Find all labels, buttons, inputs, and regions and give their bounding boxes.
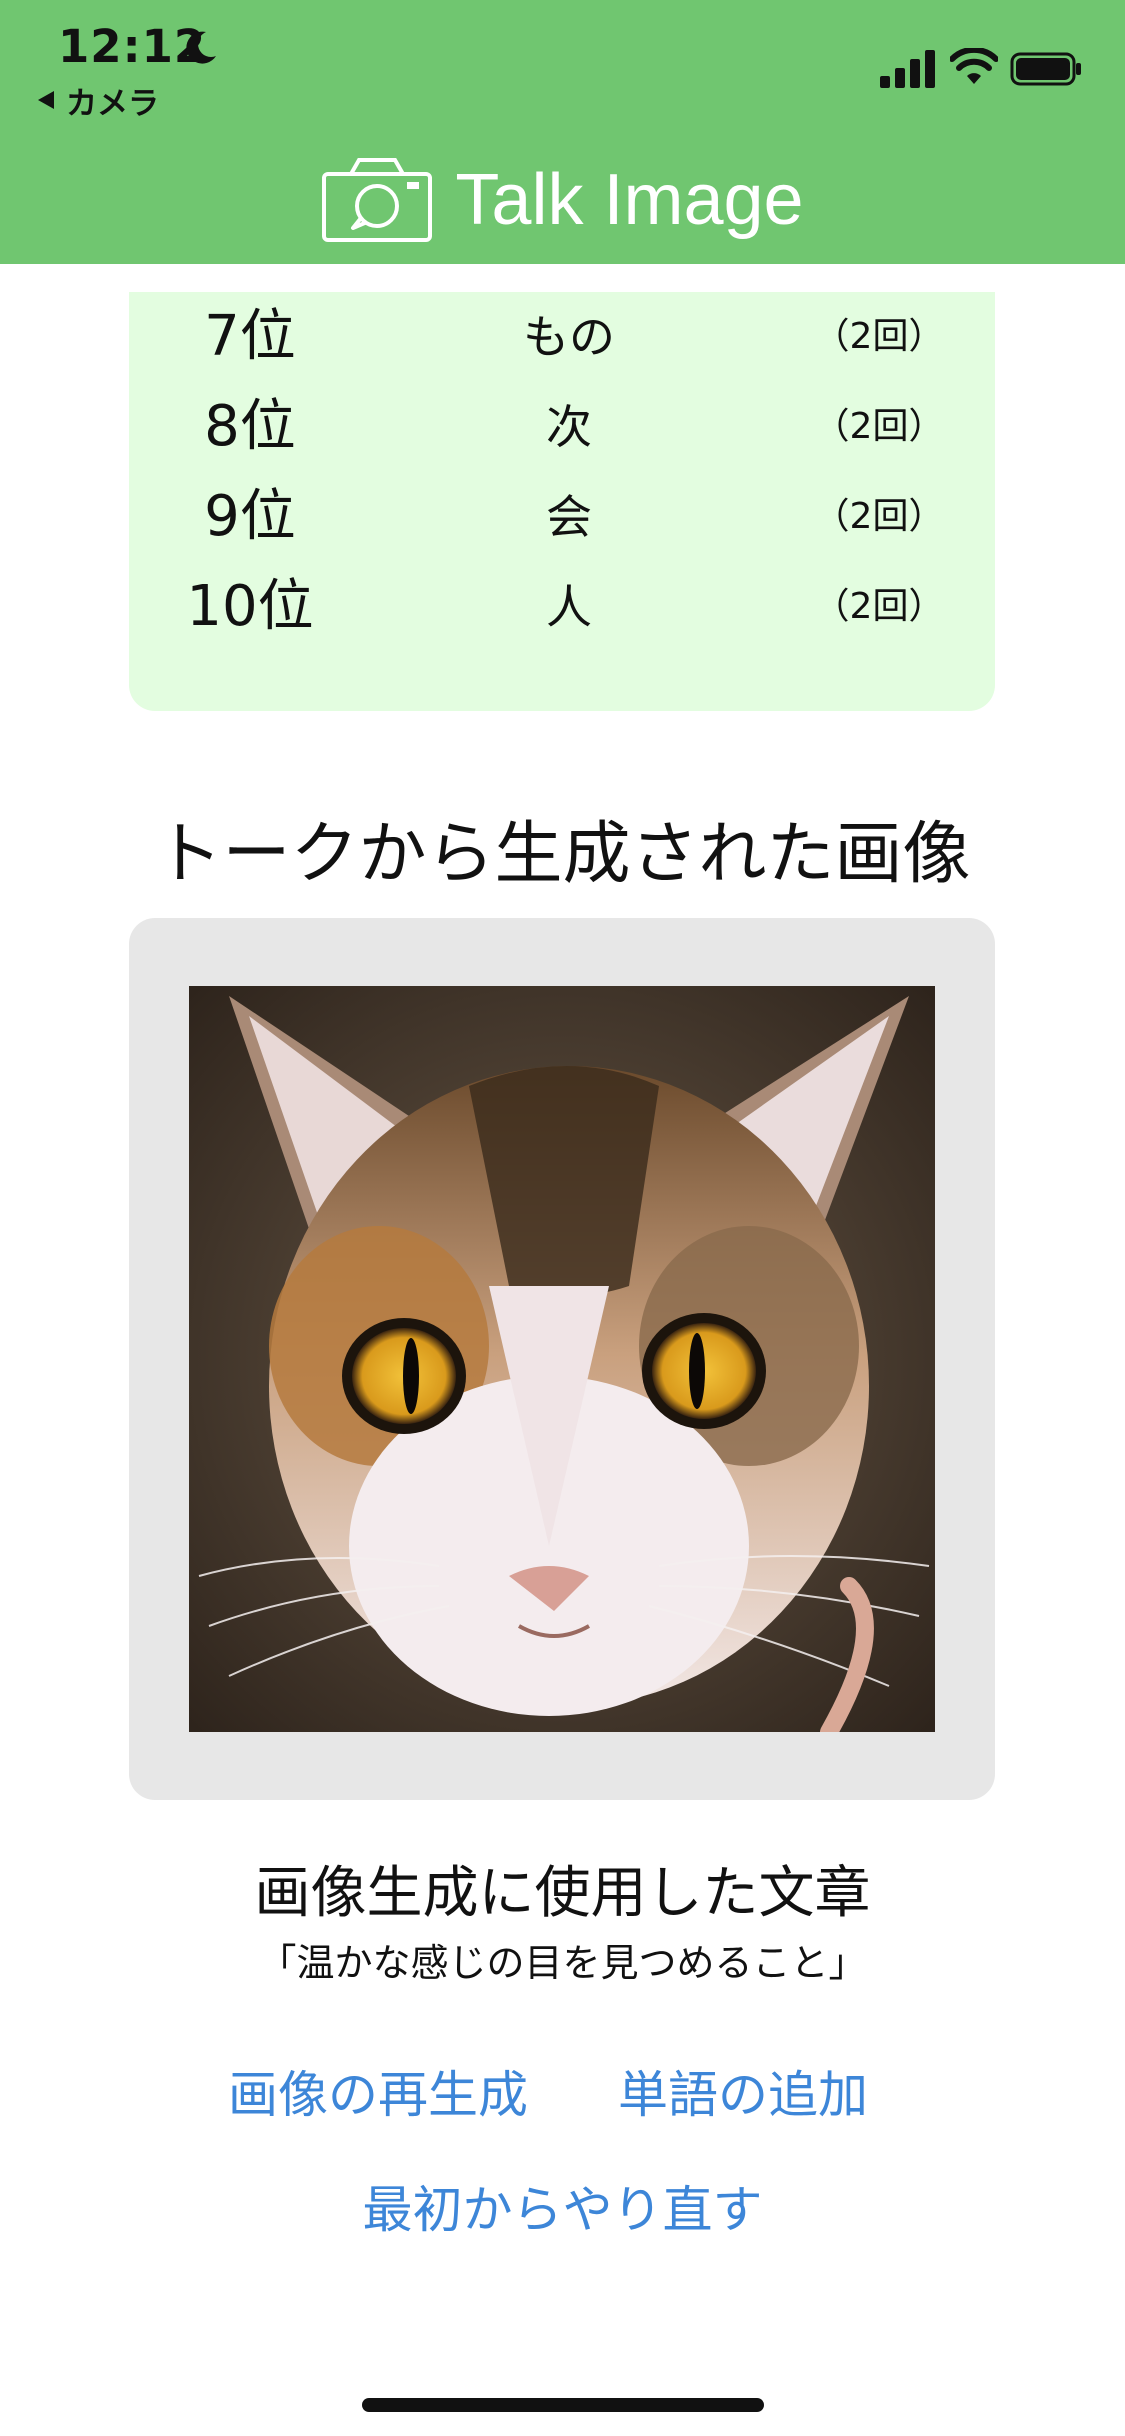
- add-word-button[interactable]: 単語の追加: [618, 2055, 868, 2127]
- generated-image-heading: トークから生成された画像: [154, 815, 971, 894]
- rank-position: 9位: [204, 484, 296, 549]
- app-title: Talk Image: [455, 160, 804, 240]
- back-link-label: カメラ: [66, 85, 159, 122]
- rank-count: （2回）: [813, 406, 945, 447]
- generated-cat-image: [189, 986, 935, 1732]
- restart-button[interactable]: 最初からやり直す: [0, 2170, 1125, 2242]
- rank-count: （2回）: [813, 586, 945, 627]
- camera-chat-logo-icon: [322, 158, 433, 242]
- rank-word: もの: [523, 310, 615, 364]
- back-to-camera-link[interactable]: カメラ: [36, 80, 159, 122]
- home-indicator: [362, 2398, 764, 2412]
- regenerate-image-button[interactable]: 画像の再生成: [228, 2055, 528, 2127]
- ranking-row: 7位 もの （2回）: [129, 292, 995, 382]
- wifi-icon: [950, 48, 998, 84]
- ranking-row: 9位 会 （2回）: [129, 472, 995, 562]
- rank-word: 会: [546, 490, 592, 544]
- word-ranking-card: 7位 もの （2回） 8位 次 （2回） 9位 会 （2回） 10位 人 （2回…: [129, 292, 995, 711]
- rank-position: 7位: [204, 304, 296, 369]
- rank-count: （2回）: [813, 496, 945, 537]
- generated-image-card: [129, 918, 995, 1800]
- app-header: 12:12 カメラ Talk Image: [0, 0, 1125, 264]
- rank-word: 次: [546, 400, 592, 454]
- rank-position: 10位: [186, 574, 314, 639]
- moon-icon: [186, 31, 216, 64]
- source-text-heading: 画像生成に使用した文章: [254, 1861, 871, 1926]
- app-title-area: Talk Image: [0, 150, 1125, 250]
- ranking-row: 8位 次 （2回）: [129, 382, 995, 472]
- ranking-row: 10位 人 （2回）: [129, 562, 995, 652]
- battery-icon: [1010, 52, 1081, 86]
- back-arrow-icon: [38, 91, 54, 109]
- source-sentence: 「温かな感じの目を見つめること」: [258, 1941, 867, 1985]
- rank-position: 8位: [204, 394, 296, 459]
- rank-count: （2回）: [813, 316, 945, 357]
- cellular-signal-icon: [880, 50, 935, 88]
- rank-word: 人: [546, 580, 592, 634]
